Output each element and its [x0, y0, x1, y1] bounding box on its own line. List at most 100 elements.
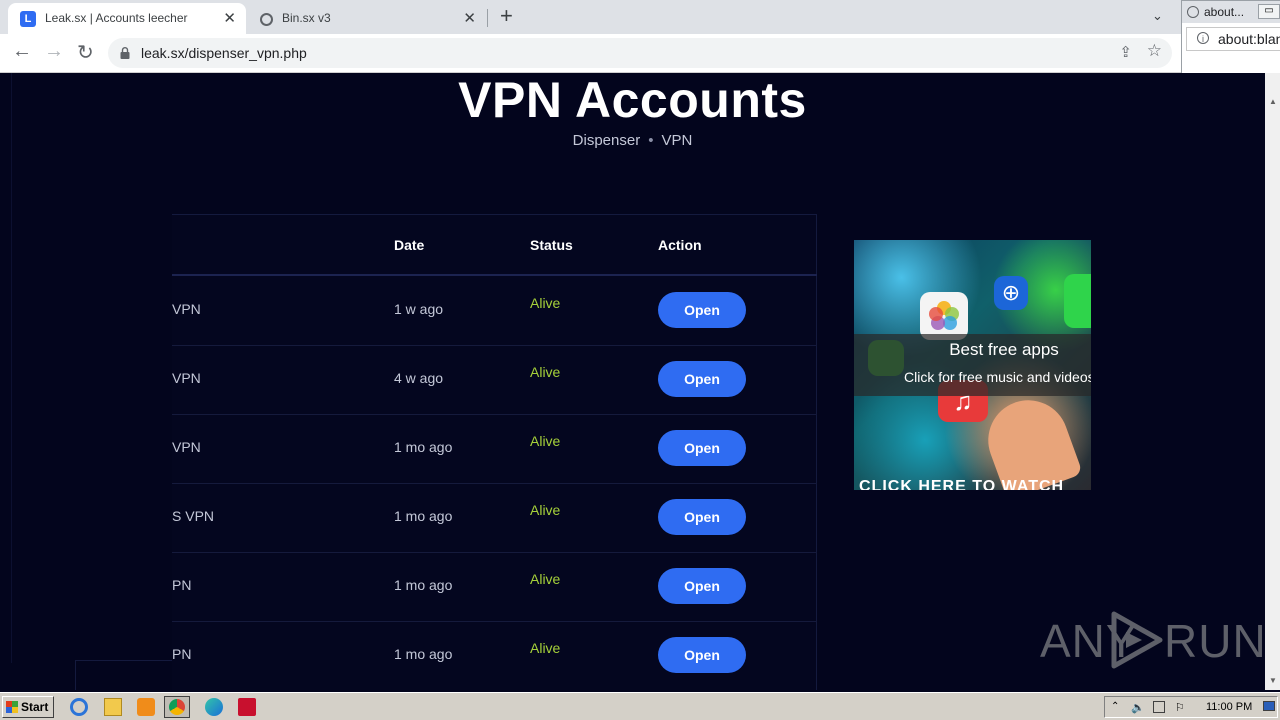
status-badge: Alive	[530, 640, 561, 656]
table-row: VPN 1 mo ago Alive Open	[172, 414, 817, 484]
address-bar[interactable]: leak.sx/dispenser_vpn.php ⇪ ☆	[108, 38, 1172, 68]
breadcrumb-separator: •	[648, 132, 654, 149]
media-player-icon[interactable]	[137, 698, 155, 716]
table-row: PN 1 mo ago Alive Open	[172, 621, 817, 690]
column-header-date: Date	[394, 237, 425, 253]
advertisement-banner[interactable]: ⊕ ♫ Best free apps Click for free music …	[854, 240, 1091, 490]
system-tray: ⌃ 🔈 ⚐ 11:00 PM	[1104, 696, 1278, 718]
clock: 11:00 PM	[1206, 701, 1253, 713]
forward-icon[interactable]: →	[44, 40, 64, 63]
play-logo-icon	[1111, 611, 1163, 669]
tab-title: Bin.sx v3	[282, 11, 331, 25]
account-name: PN	[172, 577, 192, 593]
open-button[interactable]: Open	[658, 499, 746, 535]
ad-title: Best free apps	[949, 340, 1059, 359]
chrome-taskbar-button[interactable]	[164, 696, 190, 718]
browser-toolbar: ← → ↻ leak.sx/dispenser_vpn.php ⇪ ☆	[0, 34, 1280, 73]
account-name: PN	[172, 646, 192, 662]
minimize-icon[interactable]: ▭	[1258, 4, 1280, 19]
account-date: 4 w ago	[394, 370, 444, 386]
globe-icon	[260, 13, 273, 26]
tab-binsx[interactable]: Bin.sx v3 ✕	[248, 3, 486, 34]
edge-icon[interactable]	[205, 698, 223, 716]
tray-chevron-icon[interactable]: ⌃	[1111, 701, 1123, 713]
ad-subtitle: Click for free music and videos	[904, 369, 1091, 385]
account-date: 1 mo ago	[394, 439, 453, 455]
new-tab-button[interactable]: +	[500, 3, 513, 29]
anyrun-watermark-logo: ANY RUN	[1040, 608, 1265, 672]
account-date: 1 mo ago	[394, 508, 453, 524]
account-name: S VPN	[172, 508, 215, 524]
account-date: 1 mo ago	[394, 577, 453, 593]
page-content: VPN Accounts Dispenser • VPN Date Status A…	[0, 73, 1265, 690]
finger-image	[977, 389, 1083, 490]
reload-icon[interactable]: ↻	[77, 40, 94, 65]
lock-icon	[120, 47, 130, 59]
status-badge: Alive	[530, 571, 561, 587]
account-date: 1 w ago	[394, 301, 444, 317]
divider	[11, 73, 12, 663]
breadcrumb-item-vpn[interactable]: VPN	[661, 132, 692, 149]
open-button[interactable]: Open	[658, 361, 746, 397]
popup-tab[interactable]: about... ▭	[1182, 1, 1280, 23]
start-label: Start	[21, 700, 49, 714]
close-tab-icon[interactable]: ✕	[223, 9, 236, 27]
chrome-icon	[169, 699, 185, 715]
popup-tab-title: about...	[1204, 5, 1245, 19]
page-title: VPN Accounts	[458, 73, 807, 128]
folder-icon[interactable]	[104, 698, 122, 716]
page-scrollbar[interactable]: ▲ ▼	[1265, 73, 1280, 690]
open-button[interactable]: Open	[658, 637, 746, 673]
table-row: S VPN 1 mo ago Alive Open	[172, 483, 817, 553]
close-tab-icon[interactable]: ✕	[463, 9, 476, 27]
popup-url-text: about:blank	[1218, 31, 1280, 47]
bookmark-star-icon[interactable]: ☆	[1147, 41, 1162, 61]
status-badge: Alive	[530, 502, 561, 518]
watermark-text-right: RUN	[1164, 615, 1265, 667]
accounts-table: Date Status Action VPN 1 w ago Alive Ope…	[172, 214, 817, 690]
account-date: 1 mo ago	[394, 646, 453, 662]
globe-icon	[1187, 6, 1199, 18]
account-name: VPN	[172, 301, 201, 317]
account-name: VPN	[172, 370, 201, 386]
taskbar: Start ⌃ 🔈 ⚐ 11:00 PM	[0, 692, 1280, 720]
divider	[75, 660, 172, 661]
tab-divider	[487, 9, 488, 27]
network-icon[interactable]	[1153, 701, 1165, 713]
open-button[interactable]: Open	[658, 430, 746, 466]
tab-strip: L Leak.sx | Accounts leecher ✕ Bin.sx v3…	[0, 0, 1280, 34]
volume-icon[interactable]: 🔈	[1131, 701, 1145, 714]
breadcrumb: Dispenser • VPN	[0, 132, 1265, 149]
tab-leak[interactable]: L Leak.sx | Accounts leecher ✕	[8, 3, 246, 34]
status-badge: Alive	[530, 295, 561, 311]
open-button[interactable]: Open	[658, 568, 746, 604]
divider	[75, 660, 76, 690]
photos-app-icon	[920, 292, 968, 340]
breadcrumb-item-dispenser[interactable]: Dispenser	[573, 132, 641, 149]
ad-cta: CLICK HERE TO WATCH	[859, 478, 1065, 490]
table-row: VPN 4 w ago Alive Open	[172, 345, 817, 415]
start-button[interactable]: Start	[2, 696, 54, 718]
column-header-action: Action	[658, 237, 702, 253]
popup-address-bar[interactable]: i about:blank	[1186, 27, 1280, 51]
leak-favicon-icon: L	[20, 11, 36, 27]
account-name: VPN	[172, 439, 201, 455]
flag-icon[interactable]: ⚐	[1175, 701, 1187, 714]
info-icon: i	[1197, 32, 1209, 44]
phone-app-icon	[1064, 274, 1091, 328]
scroll-down-icon[interactable]: ▼	[1269, 676, 1277, 685]
scroll-up-icon[interactable]: ▲	[1269, 97, 1277, 106]
url-text: leak.sx/dispenser_vpn.php	[141, 45, 307, 61]
show-desktop-icon[interactable]	[1263, 701, 1275, 711]
back-icon[interactable]: ←	[12, 40, 32, 63]
column-header-status: Status	[530, 237, 573, 253]
tab-search-chevron-icon[interactable]: ⌄	[1152, 8, 1163, 24]
windows-logo-icon	[6, 701, 18, 713]
status-badge: Alive	[530, 364, 561, 380]
app-icon[interactable]	[238, 698, 256, 716]
table-row: VPN 1 w ago Alive Open	[172, 276, 817, 346]
open-button[interactable]: Open	[658, 292, 746, 328]
share-icon[interactable]: ⇪	[1119, 43, 1132, 61]
ie-icon[interactable]	[70, 698, 88, 716]
plus-app-icon: ⊕	[994, 276, 1028, 310]
